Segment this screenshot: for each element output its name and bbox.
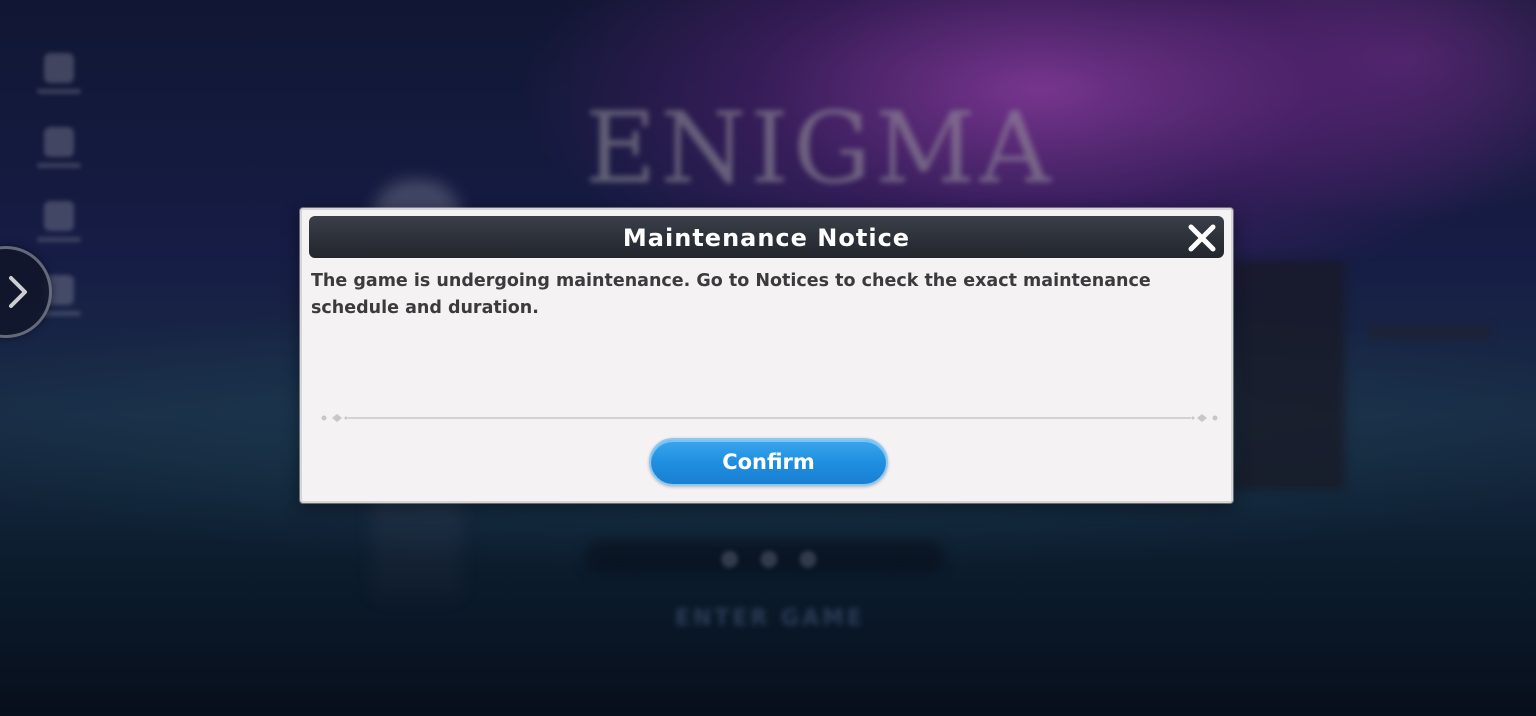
close-button[interactable]	[1186, 222, 1218, 254]
dialog-message: The game is undergoing maintenance. Go t…	[311, 271, 1151, 318]
dialog-title: Maintenance Notice	[622, 224, 911, 252]
game-screen: ENIGMA ●●● ENTER GAME Maintenance Notice…	[0, 0, 1536, 716]
close-icon	[1188, 224, 1216, 252]
confirm-button[interactable]: Confirm	[649, 438, 888, 486]
ornamental-divider	[321, 414, 1218, 422]
maintenance-dialog: Maintenance Notice The game is undergoin…	[300, 208, 1233, 503]
dialog-header: Maintenance Notice	[309, 216, 1224, 258]
